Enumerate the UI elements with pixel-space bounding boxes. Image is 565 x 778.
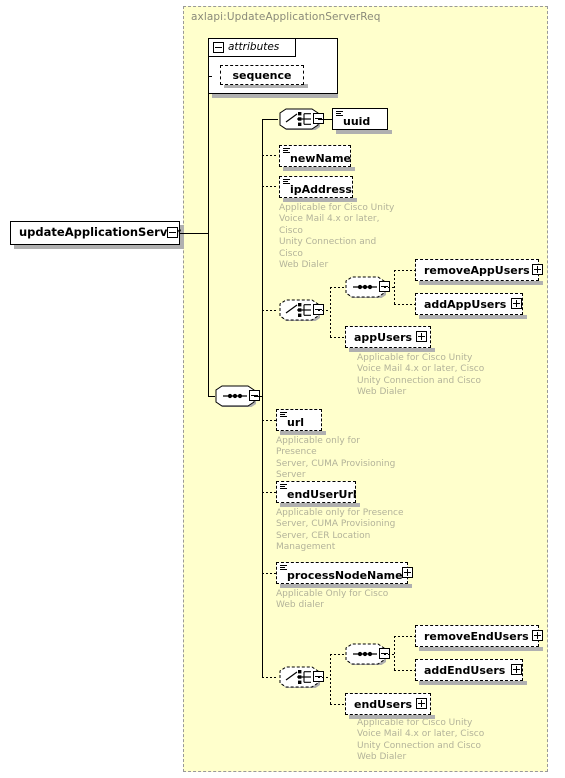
annotation-appUsers: Applicable for Cisco Unity Voice Mail 4.… [357,353,485,398]
addAppUsers-toggle-plus-icon[interactable] [511,298,522,309]
removeAppUsers-toggle-plus-icon[interactable] [532,264,543,275]
element-removeAppUsers[interactable]: removeAppUsers [415,259,539,281]
connector-branch-endUserUrl [262,492,276,493]
root-toggle-minus-icon[interactable] [167,227,178,238]
connector-branch-choice-appusers [262,310,278,311]
newName-shadow [283,167,355,171]
connector-seq-appusers-out [384,287,394,288]
removeEndUsers-shadow [419,647,543,651]
schema-diagram-canvas: axlapi:UpdateApplicationServerReq update… [0,0,565,778]
connector-root [180,233,208,234]
element-ipAddress-label: ipAddress [290,183,352,196]
connector-choice-uuid-out [318,119,332,120]
connector-branch-choice-endusers [262,677,278,678]
element-url[interactable]: url [276,409,322,431]
ipAddress-shadow [283,198,357,202]
connector-root-trunk-lower [208,233,209,396]
root-element-label: updateApplicationServer [19,225,181,240]
processNodeName-toggle-plus-icon[interactable] [402,567,413,578]
simple-type-icon [336,111,343,117]
simple-type-icon [280,412,287,418]
connector-root-trunk [208,76,209,234]
connector-to-appUsers [330,337,344,338]
element-removeAppUsers-label: removeAppUsers [424,263,530,277]
connector-to-removeAppUsers [394,270,416,271]
schema-container-title: axlapi:UpdateApplicationServerReq [191,11,381,23]
element-processNodeName-label: processNodeName [287,569,403,582]
endUsers-toggle-plus-icon[interactable] [416,698,427,709]
element-removeEndUsers-label: removeEndUsers [424,629,529,643]
connector-to-addAppUsers [394,304,416,305]
annotation-endUserUrl: Applicable only for Presence Server, CUM… [276,508,404,553]
removeAppUsers-shadow [419,281,543,285]
attributes-header[interactable]: attributes [208,38,296,57]
connector-to-addEndUsers [394,670,416,671]
addEndUsers-toggle-plus-icon[interactable] [511,664,522,675]
element-newName-label: newName [290,152,352,165]
connector-main-trunk [262,119,263,677]
addEndUsers-shadow [419,681,527,685]
root-element-updateApplicationServer[interactable]: updateApplicationServer [10,221,181,245]
connector-appusers-trunk [330,287,331,337]
element-addAppUsers-label: addAppUsers [424,297,507,311]
connector-to-attributes [208,76,212,77]
connector-endusers-children-trunk [394,636,395,671]
annotation-ipAddress: Applicable for Cisco Unity Voice Mail 4.… [279,203,395,271]
simple-type-icon [283,148,290,154]
connector-branch-url [262,420,276,421]
connector-main-seq-out [254,396,262,397]
element-uuid[interactable]: uuid [332,108,388,130]
element-addEndUsers-label: addEndUsers [424,663,506,677]
connector-branch-processNodeName [262,573,276,574]
uuid-shadow [336,130,392,134]
removeEndUsers-toggle-plus-icon[interactable] [532,630,543,641]
attributes-toggle-minus-icon[interactable] [213,42,224,53]
attributes-sequence-label: sequence [232,68,292,82]
element-newName[interactable]: newName [279,145,351,167]
connector-to-seq-endusers [330,654,344,655]
root-shadow [14,245,184,249]
appUsers-shadow [349,348,435,352]
annotation-endUsers: Applicable for Cisco Unity Voice Mail 4.… [357,718,485,763]
attrbox-shadow [212,94,338,98]
element-removeEndUsers[interactable]: removeEndUsers [415,625,539,647]
connector-appusers-children-trunk [394,270,395,305]
appUsers-toggle-plus-icon[interactable] [416,331,427,342]
endUserUrl-shadow [280,503,360,507]
connector-to-removeEndUsers [394,636,416,637]
connector-seq-endusers-out [384,654,394,655]
element-endUsers-label: endUsers [354,697,413,711]
connector-endusers-trunk [330,654,331,704]
element-endUserUrl[interactable]: endUserUrl [276,481,357,503]
connector-branch-newName [262,155,278,156]
connector-to-endUsers [330,704,344,705]
element-ipAddress[interactable]: ipAddress [279,176,353,198]
connector-choice-appusers-out [318,310,330,311]
connector-choice-endusers-out [318,677,330,678]
addAppUsers-shadow [419,315,527,319]
attributes-sequence-chip[interactable]: sequence [220,65,304,85]
element-appUsers-label: appUsers [354,330,413,344]
annotation-processNodeName: Applicable Only for Cisco Web dialer [276,589,389,611]
connector-branch-ipAddress [262,186,278,187]
simple-type-icon [283,179,290,185]
simple-type-icon [280,484,287,490]
processNodeName-shadow [280,584,412,588]
connector-to-seq-appusers [330,287,344,288]
url-shadow [280,431,326,435]
element-endUserUrl-label: endUserUrl [287,488,357,501]
annotation-url: Applicable only for Presence Server, CUM… [276,436,396,481]
element-processNodeName[interactable]: processNodeName [276,562,408,584]
element-addAppUsers[interactable]: addAppUsers [415,293,523,315]
connector-branch-choice-uuid [262,119,278,120]
element-addEndUsers[interactable]: addEndUsers [415,659,523,681]
simple-type-icon [280,565,287,571]
